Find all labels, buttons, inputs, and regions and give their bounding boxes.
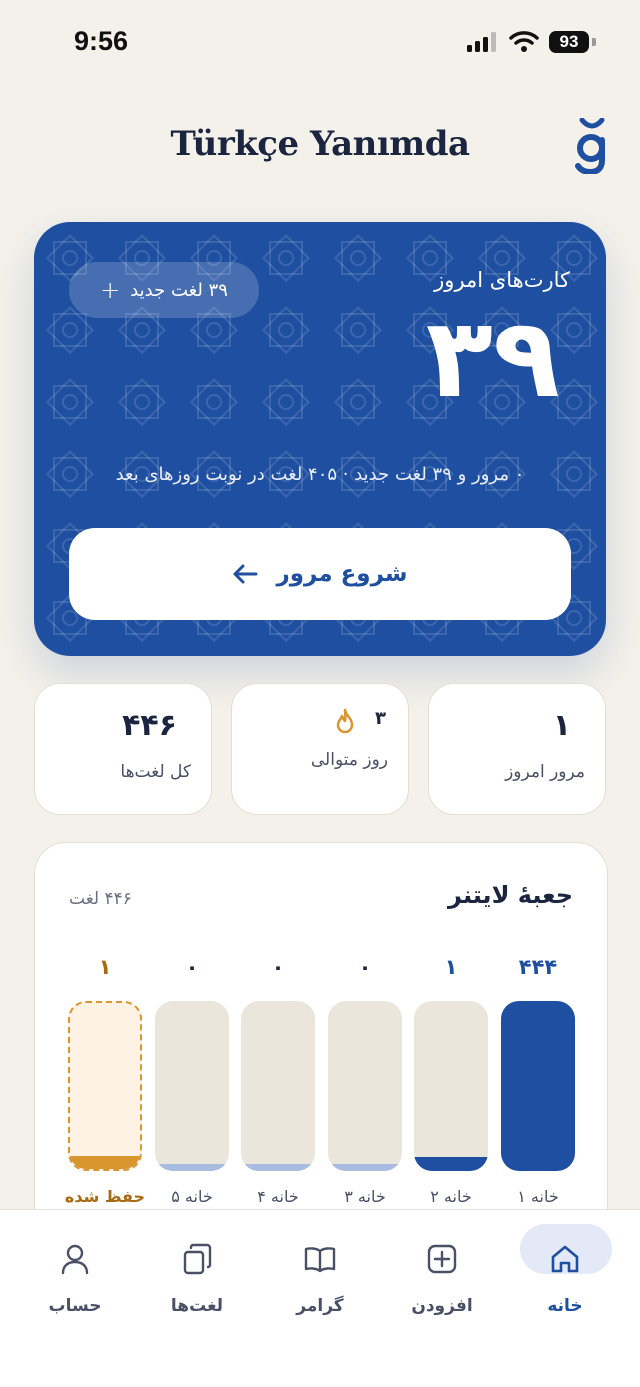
- box-count: ۱: [98, 955, 112, 979]
- leitner-box-5[interactable]: [155, 1001, 229, 1171]
- box-count: ۰: [358, 955, 372, 979]
- signal-icon: [467, 32, 496, 52]
- stat-streak: ۳ روز متوالی: [231, 683, 409, 815]
- leitner-box-3[interactable]: [328, 1001, 402, 1171]
- nav-words[interactable]: لغت‌ها: [142, 1224, 252, 1324]
- app-title: Türkçe Yanımda: [170, 124, 470, 164]
- box-count: ۰: [271, 955, 285, 979]
- nav-home[interactable]: خانه: [510, 1224, 620, 1324]
- box-count: ۰: [185, 955, 199, 979]
- nav-label: گرامر: [296, 1296, 344, 1316]
- box-fill: [501, 1001, 575, 1171]
- today-cards-count: ۳۹: [425, 294, 560, 422]
- arrow-left-icon: [233, 564, 258, 584]
- stat-value: ۳: [375, 708, 386, 729]
- battery-tip: [592, 38, 596, 46]
- leitner-box-2[interactable]: [414, 1001, 488, 1171]
- stat-reviews-today: ۱ مرور امروز: [428, 683, 606, 815]
- nav-label: افزودن: [411, 1296, 473, 1316]
- leitner-title: جعبهٔ لایتنر: [448, 881, 573, 909]
- battery-indicator: 93: [549, 31, 589, 53]
- box-label: خانه ۵: [171, 1187, 213, 1206]
- start-review-button[interactable]: شروع مرور: [69, 528, 571, 620]
- box-label: خانه ۴: [257, 1187, 299, 1206]
- nav-label: خانه: [547, 1296, 583, 1316]
- today-cards-panel: کارت‌های امروز ۳۹ ۳۹ لغت جدید + ۰ مرور و…: [34, 222, 606, 656]
- leitner-total: ۴۴۶ لغت: [69, 889, 132, 909]
- leitner-box-1[interactable]: [501, 1001, 575, 1171]
- new-words-text: ۳۹ لغت جدید: [130, 279, 228, 301]
- box-label: خانه ۳: [344, 1187, 386, 1206]
- box-count: ۱: [444, 955, 458, 979]
- today-cards-label: کارت‌های امروز: [434, 268, 570, 292]
- cards-icon: [183, 1243, 212, 1275]
- status-bar: 9:56 93: [0, 0, 640, 86]
- stat-value: ۱: [552, 708, 571, 743]
- box-fill: [328, 1164, 402, 1171]
- leitner-box-memorized[interactable]: [68, 1001, 142, 1171]
- bottom-nav: خانه افزودن گرامر لغت‌ها: [0, 1209, 640, 1387]
- stat-label: مرور امروز: [505, 762, 585, 782]
- review-summary: ۰ مرور و ۳۹ لغت جدید · ۴۰۵ لغت در نوبت ر…: [115, 464, 525, 485]
- box-fill: [414, 1157, 488, 1171]
- stat-total-words: ۴۴۶ کل لغت‌ها: [34, 683, 212, 815]
- flame-icon: [336, 708, 354, 734]
- box-fill: [155, 1164, 229, 1171]
- add-icon: [427, 1244, 457, 1274]
- stat-label: کل لغت‌ها: [120, 762, 191, 782]
- nav-account[interactable]: حساب: [20, 1224, 130, 1324]
- new-words-badge[interactable]: ۳۹ لغت جدید +: [69, 262, 259, 318]
- book-icon: [304, 1247, 336, 1273]
- nav-label: لغت‌ها: [170, 1296, 224, 1316]
- wifi-icon: [509, 31, 539, 52]
- nav-grammar[interactable]: گرامر: [265, 1224, 375, 1324]
- stat-value: ۴۴۶: [122, 708, 177, 743]
- nav-add[interactable]: افزودن: [387, 1224, 497, 1324]
- start-review-label: شروع مرور: [276, 561, 408, 587]
- box-fill: [241, 1164, 315, 1171]
- box-fill: [70, 1155, 140, 1169]
- stat-label: روز متوالی: [310, 750, 388, 770]
- plus-icon: +: [100, 276, 121, 304]
- home-icon: [551, 1245, 579, 1273]
- box-label: خانه ۲: [430, 1187, 472, 1206]
- status-time: 9:56: [74, 26, 129, 56]
- g-breve-logo-icon: [575, 118, 605, 174]
- box-count: ۴۴۴: [518, 955, 558, 979]
- nav-label: حساب: [48, 1296, 102, 1316]
- box-label: حفظ شده: [64, 1187, 146, 1206]
- person-icon: [61, 1244, 89, 1275]
- box-label: خانه ۱: [517, 1187, 559, 1206]
- leitner-box-4[interactable]: [241, 1001, 315, 1171]
